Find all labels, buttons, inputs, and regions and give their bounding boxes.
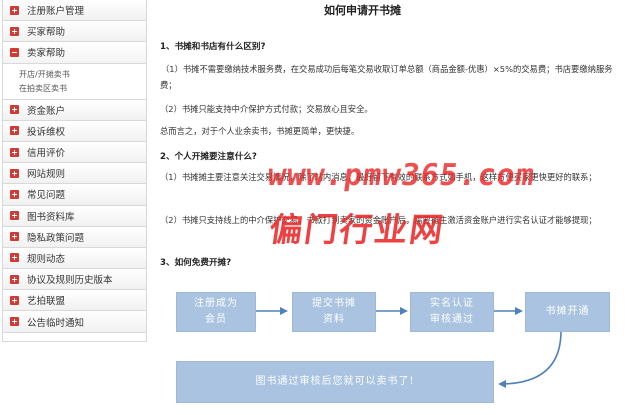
watermark-url: www.pmw365.com — [265, 158, 538, 193]
flow-final-label: 图书通过审核后您就可以卖书了! — [255, 376, 415, 387]
flow-step-verify: 实名认证 审核通过 — [410, 292, 494, 332]
flow-step-label: 提交书摊 资料 — [312, 298, 356, 325]
flow-step-label: 注册成为 会员 — [194, 298, 238, 325]
flow-final-box: 图书通过审核后您就可以卖书了! — [176, 361, 494, 403]
flow-step-open: 书摊开通 — [525, 292, 610, 332]
watermark-text: 偏门行业网 — [266, 210, 448, 249]
flow-step-label: 书摊开通 — [545, 306, 590, 317]
flow-step-register: 注册成为 会员 — [176, 292, 256, 332]
flow-step-submit: 提交书摊 资料 — [292, 292, 376, 332]
flow-step-label: 实名认证 审核通过 — [430, 298, 474, 325]
